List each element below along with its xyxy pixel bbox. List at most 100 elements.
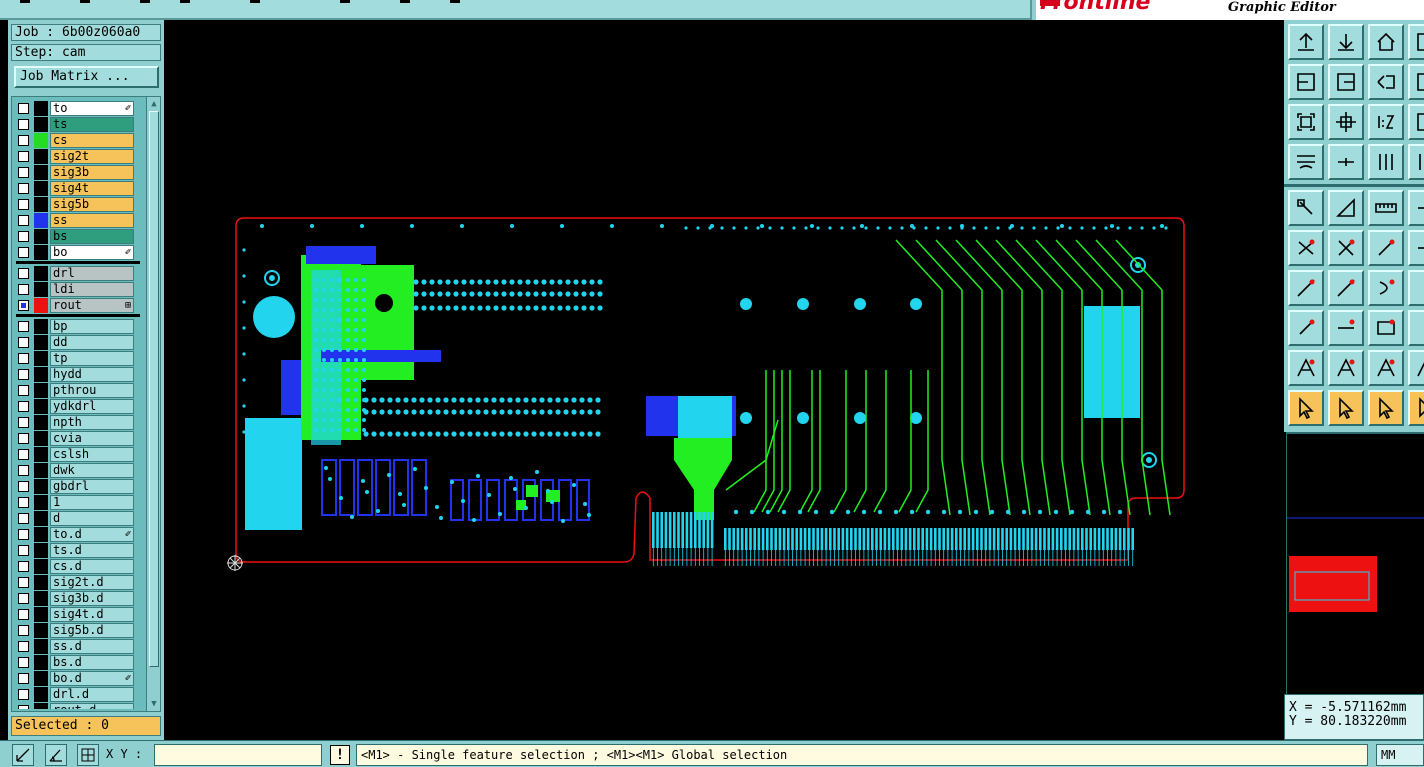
layer-checkbox[interactable] [18, 247, 29, 258]
layer-checkbox[interactable] [18, 529, 29, 540]
undo-zoom-button[interactable] [1368, 64, 1404, 100]
layer-row-sig5b[interactable]: sig5b [14, 197, 140, 212]
layer-checkbox[interactable] [18, 199, 29, 210]
layer-checkbox[interactable] [18, 135, 29, 146]
layer-row-sig5b-d[interactable]: sig5b.d [14, 623, 140, 638]
layer-name[interactable]: sig5b [50, 197, 134, 212]
layer-color-swatch[interactable] [34, 703, 48, 709]
menu-item-5[interactable] [250, 0, 260, 3]
pan-left-button[interactable] [1288, 64, 1324, 100]
x-button[interactable] [1328, 230, 1364, 266]
layer-name[interactable]: cslsh [50, 447, 134, 462]
layer-color-swatch[interactable] [34, 399, 48, 414]
layer-checkbox[interactable] [18, 465, 29, 476]
layer-row-bp[interactable]: bp [14, 319, 140, 334]
layer-name[interactable]: d [50, 511, 134, 526]
units-selector[interactable]: MM [1376, 744, 1424, 766]
layer-color-swatch[interactable] [34, 383, 48, 398]
layer-name[interactable]: cvia [50, 431, 134, 446]
layer-color-swatch[interactable] [34, 671, 48, 686]
layer-row-ss-d[interactable]: ss.d [14, 639, 140, 654]
text-button[interactable] [1288, 350, 1324, 386]
layer-color-swatch[interactable] [34, 607, 48, 622]
layer-row-bs-d[interactable]: bs.d [14, 655, 140, 670]
layer-row-to-d[interactable]: to.d ✐ [14, 527, 140, 542]
page-down-button[interactable] [1328, 24, 1364, 60]
select-button[interactable] [1288, 190, 1324, 226]
layer-color-swatch[interactable] [34, 229, 48, 244]
pan-right-button[interactable] [1328, 64, 1364, 100]
menu-strip[interactable] [0, 0, 1032, 20]
layer-checkbox[interactable] [18, 641, 29, 652]
layer-color-swatch[interactable] [34, 495, 48, 510]
layer-color-swatch[interactable] [34, 197, 48, 212]
layer-color-swatch[interactable] [34, 149, 48, 164]
page-up-button[interactable] [1288, 24, 1324, 60]
layer-color-swatch[interactable] [34, 527, 48, 542]
menu-item-3[interactable] [140, 0, 150, 3]
layer-color-swatch[interactable] [34, 117, 48, 132]
layer-row-dwk[interactable]: dwk [14, 463, 140, 478]
shape-button[interactable] [1328, 190, 1364, 226]
layer-color-swatch[interactable] [34, 335, 48, 350]
layer-color-swatch[interactable] [34, 623, 48, 638]
layer-row-ts[interactable]: ts [14, 117, 140, 132]
layer-row-hydd[interactable]: hydd [14, 367, 140, 382]
layer-row-npth[interactable]: npth [14, 415, 140, 430]
layer-checkbox[interactable] [18, 337, 29, 348]
box-button[interactable] [1368, 310, 1404, 346]
menu-item-6[interactable] [340, 0, 350, 3]
layer-color-swatch[interactable] [34, 639, 48, 654]
layer-checkbox[interactable] [18, 151, 29, 162]
layer-color-swatch[interactable] [34, 591, 48, 606]
menu-item-1[interactable] [20, 0, 30, 3]
layer-color-swatch[interactable] [34, 543, 48, 558]
layer-row-bs[interactable]: bs [14, 229, 140, 244]
layer-row-1[interactable]: 1 [14, 495, 140, 510]
zoom-area-button[interactable] [1408, 104, 1424, 140]
layer-checkbox[interactable] [18, 401, 29, 412]
layer-name[interactable]: drl [50, 266, 134, 281]
fit-button[interactable] [1288, 104, 1324, 140]
layer-checkbox[interactable] [18, 593, 29, 604]
layer-color-swatch[interactable] [34, 351, 48, 366]
layer-checkbox[interactable] [18, 215, 29, 226]
layer-row-sig4t-d[interactable]: sig4t.d [14, 607, 140, 622]
layer-name[interactable]: bs.d [50, 655, 134, 670]
layer-row-bo[interactable]: bo ✐ [14, 245, 140, 260]
text-b-button[interactable] [1368, 350, 1404, 386]
layer-color-swatch[interactable] [34, 559, 48, 574]
layer-checkbox[interactable] [18, 657, 29, 668]
slash-button[interactable] [1328, 270, 1364, 306]
layer-name[interactable]: npth [50, 415, 134, 430]
menu-item-4[interactable] [180, 0, 190, 3]
menu-item-7[interactable] [400, 0, 410, 3]
layer-checkbox[interactable] [18, 385, 29, 396]
measure-mode-button[interactable] [45, 744, 67, 766]
layer-name[interactable]: cs.d [50, 559, 134, 574]
layer-name[interactable]: ydkdrl [50, 399, 134, 414]
route-button[interactable] [1368, 144, 1404, 180]
layer-row-ydkdrl[interactable]: ydkdrl [14, 399, 140, 414]
line-button[interactable] [1288, 270, 1324, 306]
connect-button[interactable] [1288, 230, 1324, 266]
layer-checkbox[interactable] [18, 284, 29, 295]
layer-row-ts-d[interactable]: ts.d [14, 543, 140, 558]
layer-color-swatch[interactable] [34, 575, 48, 590]
layer-row-to[interactable]: to ✐ [14, 101, 140, 116]
scroll-down-icon[interactable]: ▼ [148, 698, 160, 710]
layer-name[interactable]: hydd [50, 367, 134, 382]
layer-name[interactable]: ldi [50, 282, 134, 297]
layer-color-swatch[interactable] [34, 687, 48, 702]
measure-button[interactable] [1408, 190, 1424, 226]
layer-row-rout-d[interactable]: rout.d [14, 703, 140, 709]
layer-name[interactable]: rout.d [50, 703, 134, 709]
layer-checkbox[interactable] [18, 353, 29, 364]
layer-row-pthrou[interactable]: pthrou [14, 383, 140, 398]
layer-name[interactable]: pthrou [50, 383, 134, 398]
layer-color-swatch[interactable] [34, 415, 48, 430]
highlight-button[interactable] [1288, 144, 1324, 180]
layer-name[interactable]: to ✐ [50, 101, 134, 116]
layer-name[interactable]: gbdrl [50, 479, 134, 494]
zoom-panel-button[interactable] [1408, 64, 1424, 100]
